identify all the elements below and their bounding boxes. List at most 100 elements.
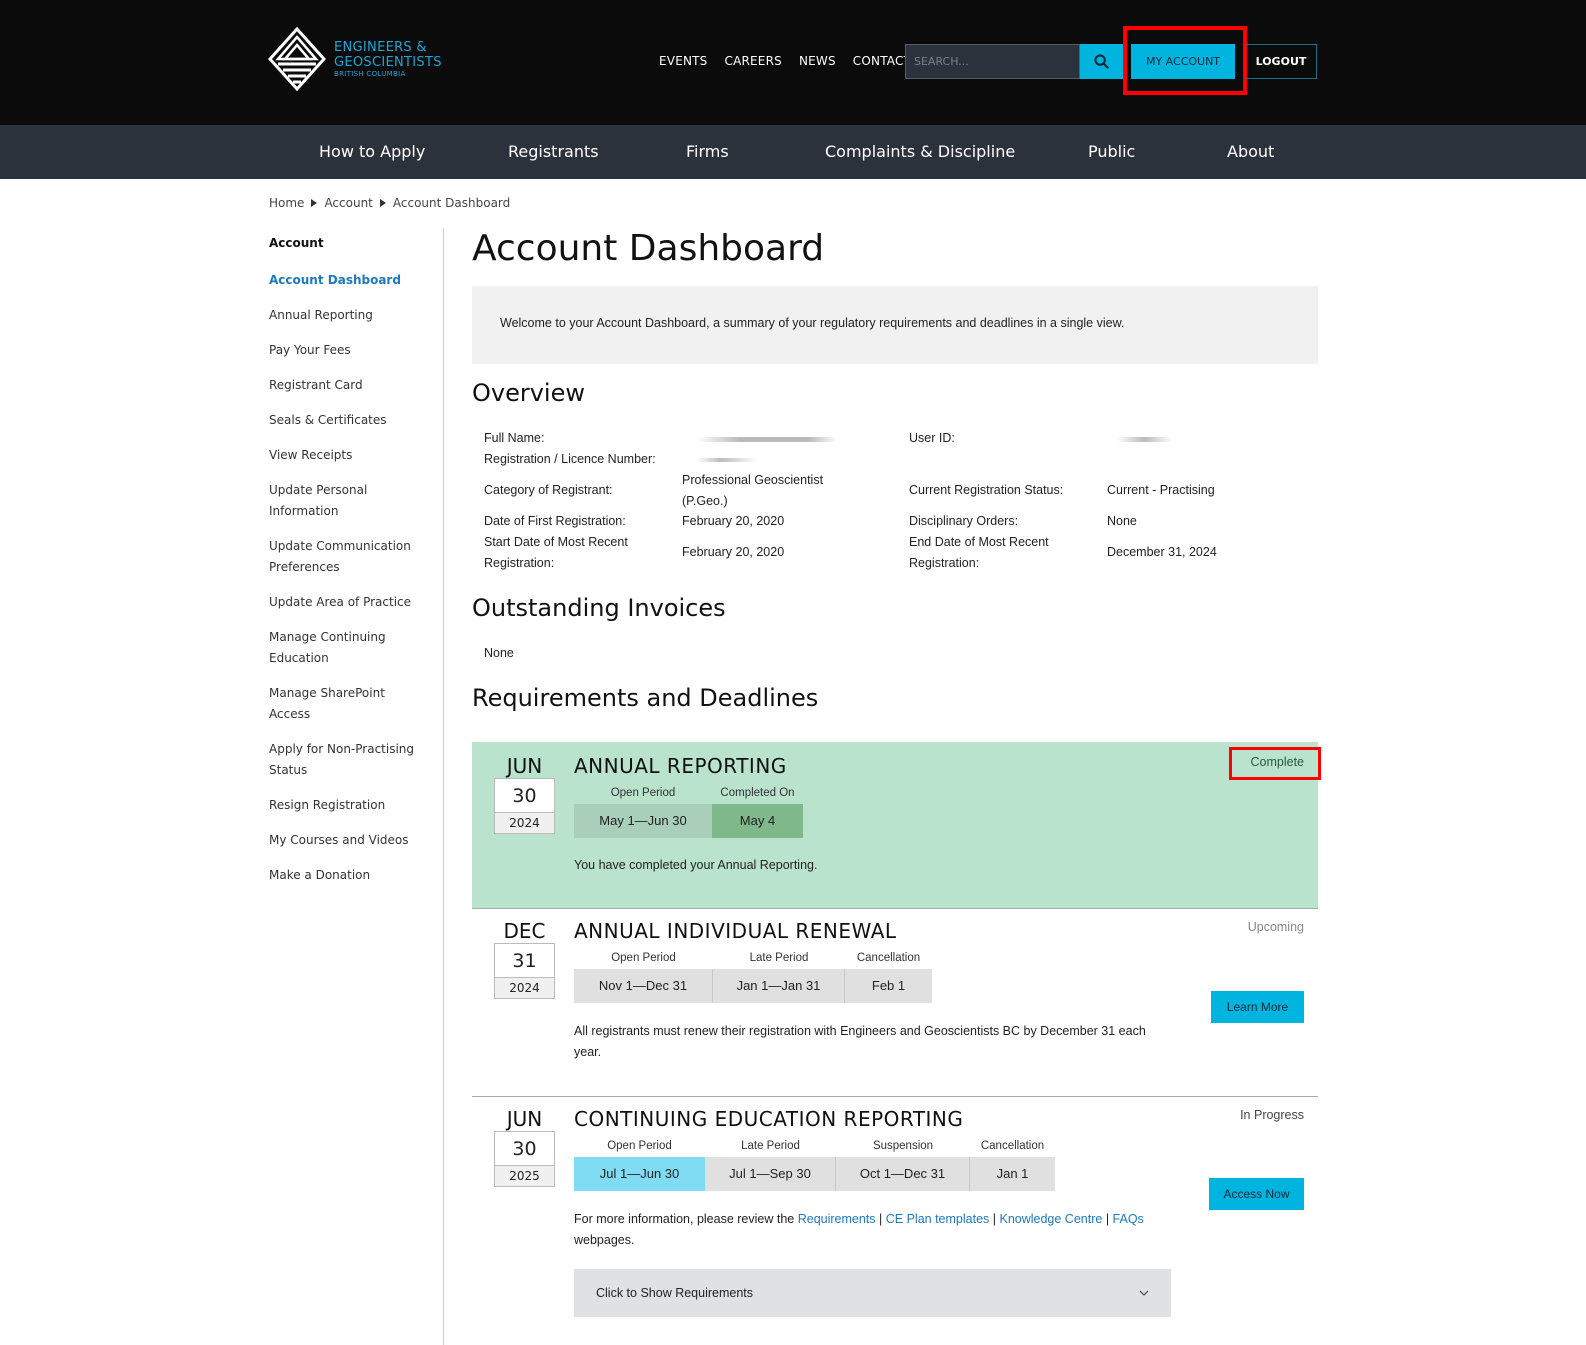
period-completed-on: Completed On May 4 xyxy=(712,782,803,838)
knowledge-centre-link[interactable]: Knowledge Centre xyxy=(999,1212,1102,1226)
sidebar-item-manage-continuing-education[interactable]: Manage Continuing Education xyxy=(269,627,389,669)
start-recent-label-2: Registration: xyxy=(484,556,555,570)
util-nav-events[interactable]: EVENTS xyxy=(659,54,708,68)
first-registration-value: February 20, 2020 xyxy=(682,514,785,528)
requirements-heading: Requirements and Deadlines xyxy=(472,684,819,712)
period-label: Late Period xyxy=(741,1140,800,1152)
user-id-redacted xyxy=(1117,437,1172,442)
deadline-date: DEC 31 2024 xyxy=(494,919,555,999)
sidebar-item-annual-reporting[interactable]: Annual Reporting xyxy=(269,305,444,326)
deadline-day: 30 xyxy=(495,1132,554,1166)
learn-more-button[interactable]: Learn More xyxy=(1211,991,1304,1023)
sidebar-item-pay-your-fees[interactable]: Pay Your Fees xyxy=(269,340,444,361)
faqs-link[interactable]: FAQs xyxy=(1113,1212,1144,1226)
sidebar-item-apply-non-practising[interactable]: Apply for Non-Practising Status xyxy=(269,739,419,781)
welcome-banner: Welcome to your Account Dashboard, a sum… xyxy=(472,286,1318,364)
first-registration-label: Date of First Registration: xyxy=(484,514,626,528)
sidebar-item-seals-certificates[interactable]: Seals & Certificates xyxy=(269,410,444,431)
accordion-label: Click to Show Requirements xyxy=(596,1286,754,1300)
period-value: Jan 1—Jan 31 xyxy=(713,969,845,1003)
period-timeline: Open Period Jul 1—Jun 30 Late Period Jul… xyxy=(574,1135,1055,1191)
status-badge: In Progress xyxy=(1240,1108,1304,1122)
deadline-year: 2024 xyxy=(495,813,554,833)
util-nav-news[interactable]: NEWS xyxy=(799,54,836,68)
period-label: Open Period xyxy=(611,952,676,964)
search-button[interactable] xyxy=(1080,44,1123,79)
status-badge: Upcoming xyxy=(1247,920,1304,934)
util-nav-contact[interactable]: CONTACT xyxy=(853,54,911,68)
logo-line-1: ENGINEERS & xyxy=(334,39,427,55)
main-nav-how-to-apply[interactable]: How to Apply xyxy=(319,142,425,161)
deadline-month: DEC xyxy=(503,919,546,943)
sidebar-item-registrant-card[interactable]: Registrant Card xyxy=(269,375,444,396)
search-input[interactable] xyxy=(906,45,1079,78)
description-text: For more information, please review the xyxy=(574,1212,798,1226)
registration-number-label: Registration / Licence Number: xyxy=(484,452,656,466)
breadcrumb-account[interactable]: Account xyxy=(324,196,372,210)
period-open: Open Period May 1—Jun 30 xyxy=(574,782,712,838)
main-nav-about[interactable]: About xyxy=(1227,142,1274,161)
main-nav-public[interactable]: Public xyxy=(1088,142,1135,161)
show-requirements-accordion[interactable]: Click to Show Requirements xyxy=(574,1269,1171,1317)
full-name-label: Full Name: xyxy=(484,431,545,445)
end-recent-label-2: Registration: xyxy=(909,556,980,570)
sidebar-item-make-donation[interactable]: Make a Donation xyxy=(269,865,444,886)
deadline-year: 2024 xyxy=(495,978,554,998)
requirement-card-annual-renewal: DEC 31 2024 ANNUAL INDIVIDUAL RENEWAL Up… xyxy=(472,909,1318,1084)
invoices-heading: Outstanding Invoices xyxy=(472,594,726,622)
requirement-card-annual-reporting: JUN 30 2024 ANNUAL REPORTING Complete Op… xyxy=(472,742,1321,908)
util-nav-careers[interactable]: CAREERS xyxy=(725,54,782,68)
sidebar-item-view-receipts[interactable]: View Receipts xyxy=(269,445,444,466)
logo-line-2: GEOSCIENTISTS xyxy=(334,54,442,70)
access-now-button[interactable]: Access Now xyxy=(1209,1178,1304,1210)
requirement-title: CONTINUING EDUCATION REPORTING xyxy=(574,1107,964,1131)
sidebar-item-update-personal-information[interactable]: Update Personal Information xyxy=(269,480,389,522)
ce-plan-templates-link[interactable]: CE Plan templates xyxy=(886,1212,990,1226)
period-value: Oct 1—Dec 31 xyxy=(836,1157,970,1191)
sidebar-heading: Account xyxy=(269,236,324,250)
period-late: Late Period Jan 1—Jan 31 xyxy=(713,947,845,1003)
requirements-link[interactable]: Requirements xyxy=(798,1212,876,1226)
sidebar-item-update-communication-preferences[interactable]: Update Communication Preferences xyxy=(269,536,419,578)
period-cancellation: Cancellation Feb 1 xyxy=(845,947,932,1003)
period-label: Late Period xyxy=(749,952,809,964)
period-value: May 1—Jun 30 xyxy=(574,804,712,838)
page-title: Account Dashboard xyxy=(472,228,825,269)
period-label: Open Period xyxy=(610,787,676,799)
breadcrumb-separator-icon xyxy=(379,199,386,207)
breadcrumb-current: Account Dashboard xyxy=(392,196,511,210)
main-nav-complaints-discipline[interactable]: Complaints & Discipline xyxy=(825,142,1015,161)
requirement-title: ANNUAL INDIVIDUAL RENEWAL xyxy=(574,919,897,943)
chevron-down-icon xyxy=(1139,1290,1149,1296)
requirement-description: All registrants must renew their registr… xyxy=(574,1024,1146,1059)
search-icon xyxy=(1094,54,1109,69)
top-header: ENGINEERS & GEOSCIENTISTS BRITISH COLUMB… xyxy=(0,0,1586,125)
period-late: Late Period Jul 1—Sep 30 xyxy=(705,1135,836,1191)
registration-number-redacted xyxy=(697,458,757,462)
my-account-button[interactable]: MY ACCOUNT xyxy=(1131,44,1235,79)
sidebar-item-my-courses-videos[interactable]: My Courses and Videos xyxy=(269,830,444,851)
logout-button[interactable]: LOGOUT xyxy=(1245,44,1317,79)
period-label: Completed On xyxy=(720,787,795,799)
status-label: Current Registration Status: xyxy=(909,483,1064,497)
search-box xyxy=(905,44,1080,79)
end-recent-value: December 31, 2024 xyxy=(1107,545,1217,559)
main-nav-firms[interactable]: Firms xyxy=(686,142,729,161)
sidebar-item-update-area-of-practice[interactable]: Update Area of Practice xyxy=(269,592,444,613)
overview-heading: Overview xyxy=(472,379,585,407)
logo[interactable]: ENGINEERS & GEOSCIENTISTS BRITISH COLUMB… xyxy=(268,27,442,91)
status-badge: Complete xyxy=(1250,755,1305,769)
period-label: Cancellation xyxy=(980,1140,1045,1152)
sidebar-item-resign-registration[interactable]: Resign Registration xyxy=(269,795,444,816)
period-label: Suspension xyxy=(872,1140,934,1152)
main-nav-registrants[interactable]: Registrants xyxy=(508,142,599,161)
period-label: Cancellation xyxy=(856,952,921,964)
invoices-value: None xyxy=(484,646,514,660)
breadcrumb-separator-icon xyxy=(311,199,318,207)
sidebar-item-account-dashboard[interactable]: Account Dashboard xyxy=(269,270,444,291)
deadline-month: JUN xyxy=(506,754,543,778)
breadcrumb-home[interactable]: Home xyxy=(269,196,304,210)
sidebar-item-manage-sharepoint-access[interactable]: Manage SharePoint Access xyxy=(269,683,394,725)
period-timeline: Open Period Nov 1—Dec 31 Late Period Jan… xyxy=(574,947,932,1003)
status-value: Current - Practising xyxy=(1107,483,1215,497)
